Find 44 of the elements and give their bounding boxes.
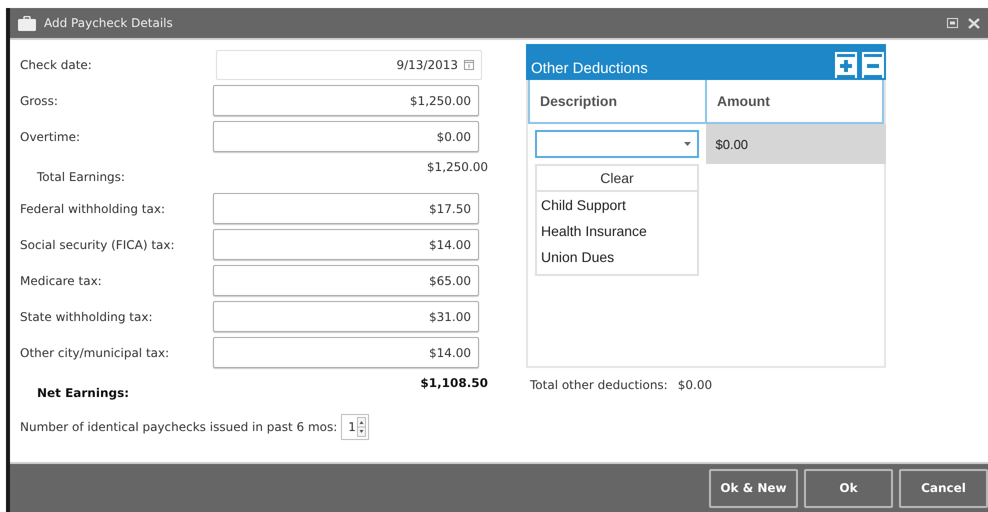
total-value: $1,250.00 [426,160,488,174]
total-deductions-label: Total other deductions: [530,378,668,392]
dropdown-option[interactable]: Health Insurance [537,218,697,244]
field-label: Overtime: [20,130,82,144]
field-label: Check date: [20,58,93,72]
net-value: $1,108.50 [419,376,488,390]
dropdown-option[interactable]: Union Dues [537,244,697,270]
table-cell: $0.00 [706,124,886,164]
amount-field[interactable]: $31.00 [213,301,479,332]
dialog-button[interactable]: Cancel [899,468,988,508]
amount-field[interactable]: $0.00 [213,121,479,152]
amount-field[interactable]: $14.00 [213,337,479,368]
window-title: Add Paycheck Details [44,16,173,30]
field-label: Federal withholding tax: [20,202,166,216]
amount-field[interactable]: $65.00 [213,265,479,296]
paychecks-label: Number of identical paychecks issued in past 6 mos: [20,420,338,434]
remove-button[interactable] [862,52,884,78]
panel-title: Other Deductions [531,60,648,78]
date-field[interactable]: 9/13/2013 [216,50,482,80]
caret-icon[interactable] [684,142,691,146]
field-label: Medicare tax: [20,274,103,288]
field-label: Other city/municipal tax: [20,346,170,360]
field-label: Gross: [20,94,59,108]
close-icon[interactable] [968,18,980,28]
dialog-button[interactable]: Ok [804,468,893,508]
spinner-arrows-icon[interactable] [356,417,366,437]
number-spinner[interactable]: 1 [341,414,369,440]
briefcase-icon [18,16,36,30]
description-combo[interactable] [535,130,699,158]
field-label: State withholding tax: [20,310,154,324]
net-label: Net Earnings: [36,386,130,402]
amount-field[interactable]: $17.50 [213,193,479,224]
amount-field[interactable]: $14.00 [213,229,479,260]
calendar-icon[interactable] [464,59,474,70]
add-button[interactable] [835,52,857,78]
field-label: Social security (FICA) tax: [20,238,176,252]
clear-option[interactable]: Clear [537,166,697,192]
column-header[interactable]: Description [528,80,707,124]
restore-icon[interactable] [947,18,958,28]
amount-field[interactable]: $1,250.00 [213,85,479,116]
dropdown-option[interactable]: Child Support [537,192,697,218]
total-deductions-value: $0.00 [678,378,712,392]
total-label: Total Earnings: [36,170,126,186]
dialog-button[interactable]: Ok & New [709,468,798,508]
